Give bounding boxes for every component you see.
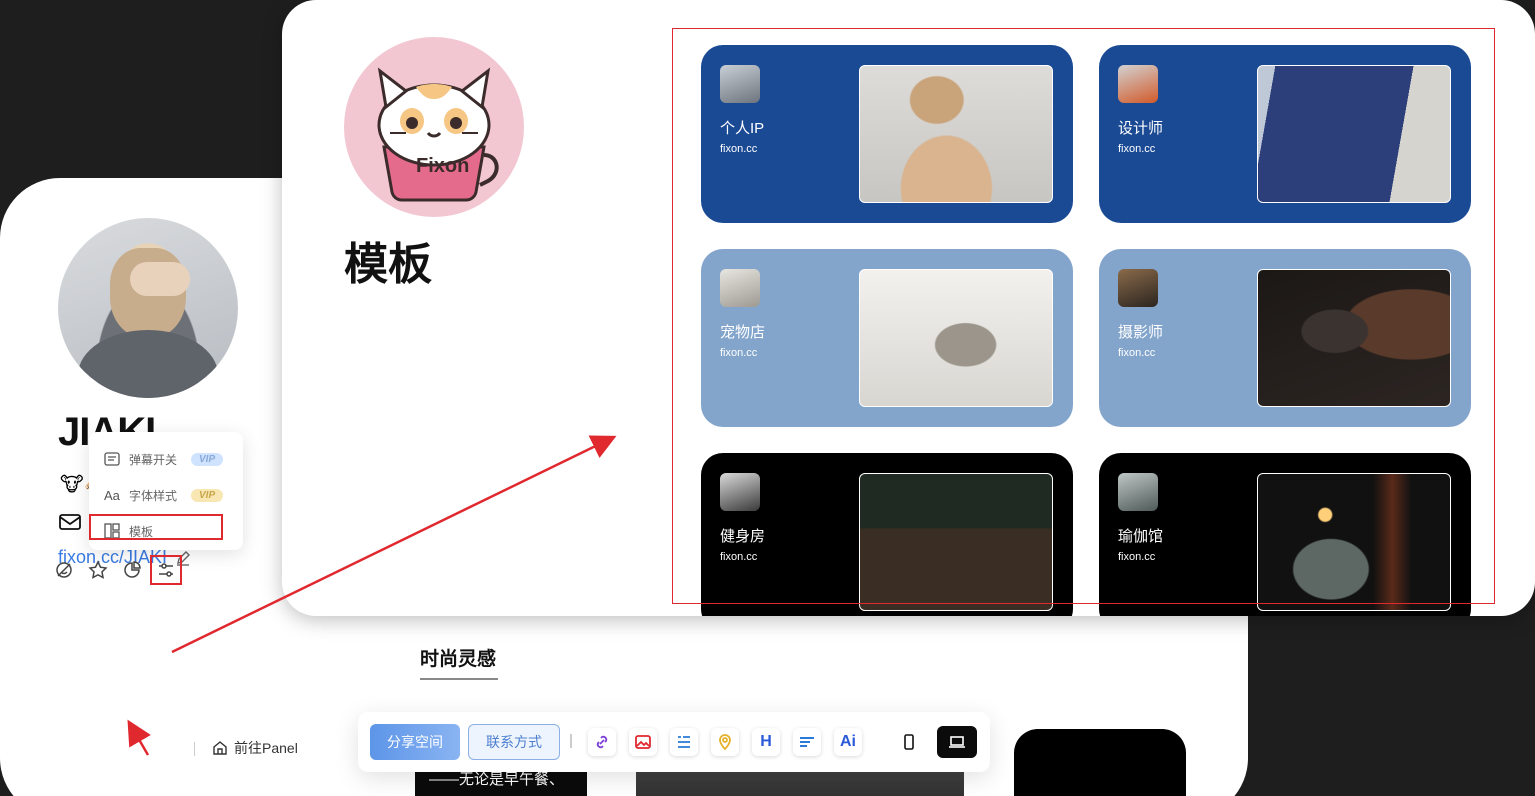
desktop-icon[interactable] xyxy=(937,726,977,758)
template-card-gym[interactable]: 健身房 fixon.cc xyxy=(701,453,1073,616)
share-button[interactable]: 分享空间 xyxy=(370,724,460,760)
danmaku-icon xyxy=(104,452,120,466)
template-url: fixon.cc xyxy=(720,347,758,359)
text-block-icon[interactable] xyxy=(670,728,698,756)
mobile-icon[interactable] xyxy=(895,728,923,756)
template-url: fixon.cc xyxy=(1118,143,1156,155)
section-title[interactable]: 时尚灵感 xyxy=(420,644,496,671)
template-thumbnail xyxy=(720,473,760,511)
template-name: 健身房 xyxy=(720,528,766,545)
avatar xyxy=(58,218,238,398)
chart-icon[interactable] xyxy=(122,560,142,580)
template-url: fixon.cc xyxy=(1118,347,1156,359)
template-card-pet-shop[interactable]: 宠物店 fixon.cc xyxy=(701,249,1073,427)
highlight-box xyxy=(150,555,182,585)
highlight-box xyxy=(89,514,223,540)
svg-text:Aa: Aa xyxy=(104,488,121,503)
template-card-photographer[interactable]: 摄影师 fixon.cc xyxy=(1099,249,1471,427)
template-preview-image xyxy=(1257,473,1451,611)
fixon-logo: Fixon xyxy=(344,37,524,217)
template-card-designer[interactable]: 设计师 fixon.cc xyxy=(1099,45,1471,223)
content-block xyxy=(1014,729,1186,796)
template-thumbnail xyxy=(720,65,760,103)
font-icon: Aa xyxy=(104,488,121,503)
popup-item-label: 字体样式 xyxy=(129,488,178,503)
template-thumbnail xyxy=(1118,473,1158,511)
mail-icon[interactable] xyxy=(58,510,82,534)
divider xyxy=(570,734,572,748)
template-card-personal-ip[interactable]: 个人IP fixon.cc xyxy=(701,45,1073,223)
tab-underline xyxy=(420,678,498,680)
divider-lines-icon[interactable] xyxy=(793,728,821,756)
popup-item-danmaku[interactable]: 弹幕开关 VIP xyxy=(103,450,224,468)
logo-text: Fixon xyxy=(416,155,470,177)
template-name: 瑜伽馆 xyxy=(1118,528,1164,545)
image-icon[interactable] xyxy=(629,728,657,756)
popup-item-label: 弹幕开关 xyxy=(129,452,178,467)
vip-badge: VIP xyxy=(191,452,224,466)
template-url: fixon.cc xyxy=(720,143,758,155)
location-icon[interactable] xyxy=(711,728,739,756)
template-preview-image xyxy=(1257,269,1451,407)
template-name: 设计师 xyxy=(1118,120,1164,137)
template-url: fixon.cc xyxy=(1118,551,1156,563)
template-thumbnail xyxy=(1118,65,1158,103)
template-preview-image xyxy=(1257,65,1451,203)
template-name: 宠物店 xyxy=(720,324,766,341)
editor-toolbar: 分享空间 联系方式 H Ai xyxy=(358,712,990,772)
popup-item-font[interactable]: Aa 字体样式 VIP xyxy=(103,486,224,504)
template-preview-image xyxy=(859,65,1053,203)
vip-badge: VIP xyxy=(191,488,224,502)
template-url: fixon.cc xyxy=(720,551,758,563)
templates-page: Fixon 模板 个人IP fixon.cc 设计师 fixon.cc 宠物店 … xyxy=(282,0,1535,616)
star-icon[interactable] xyxy=(88,560,108,580)
template-name: 个人IP xyxy=(720,120,765,137)
template-preview-image xyxy=(859,473,1053,611)
goto-panel-link[interactable]: 前往Panel xyxy=(212,738,298,758)
home-icon xyxy=(213,741,227,755)
contact-button[interactable]: 联系方式 xyxy=(468,724,560,760)
template-thumbnail xyxy=(1118,269,1158,307)
goto-panel-label[interactable]: 前往Panel xyxy=(234,738,298,758)
heading-icon[interactable]: H xyxy=(752,728,780,756)
template-name: 摄影师 xyxy=(1118,324,1164,341)
template-thumbnail xyxy=(720,269,760,307)
divider xyxy=(194,742,195,756)
link-icon[interactable] xyxy=(588,728,616,756)
template-preview-image xyxy=(859,269,1053,407)
quote-text: ——无论是早午餐、 xyxy=(429,771,565,788)
page-title: 模板 xyxy=(344,240,432,289)
template-card-yoga-studio[interactable]: 瑜伽馆 fixon.cc xyxy=(1099,453,1471,616)
no-emoji-icon[interactable] xyxy=(54,560,74,580)
ai-icon[interactable]: Ai xyxy=(834,728,862,756)
